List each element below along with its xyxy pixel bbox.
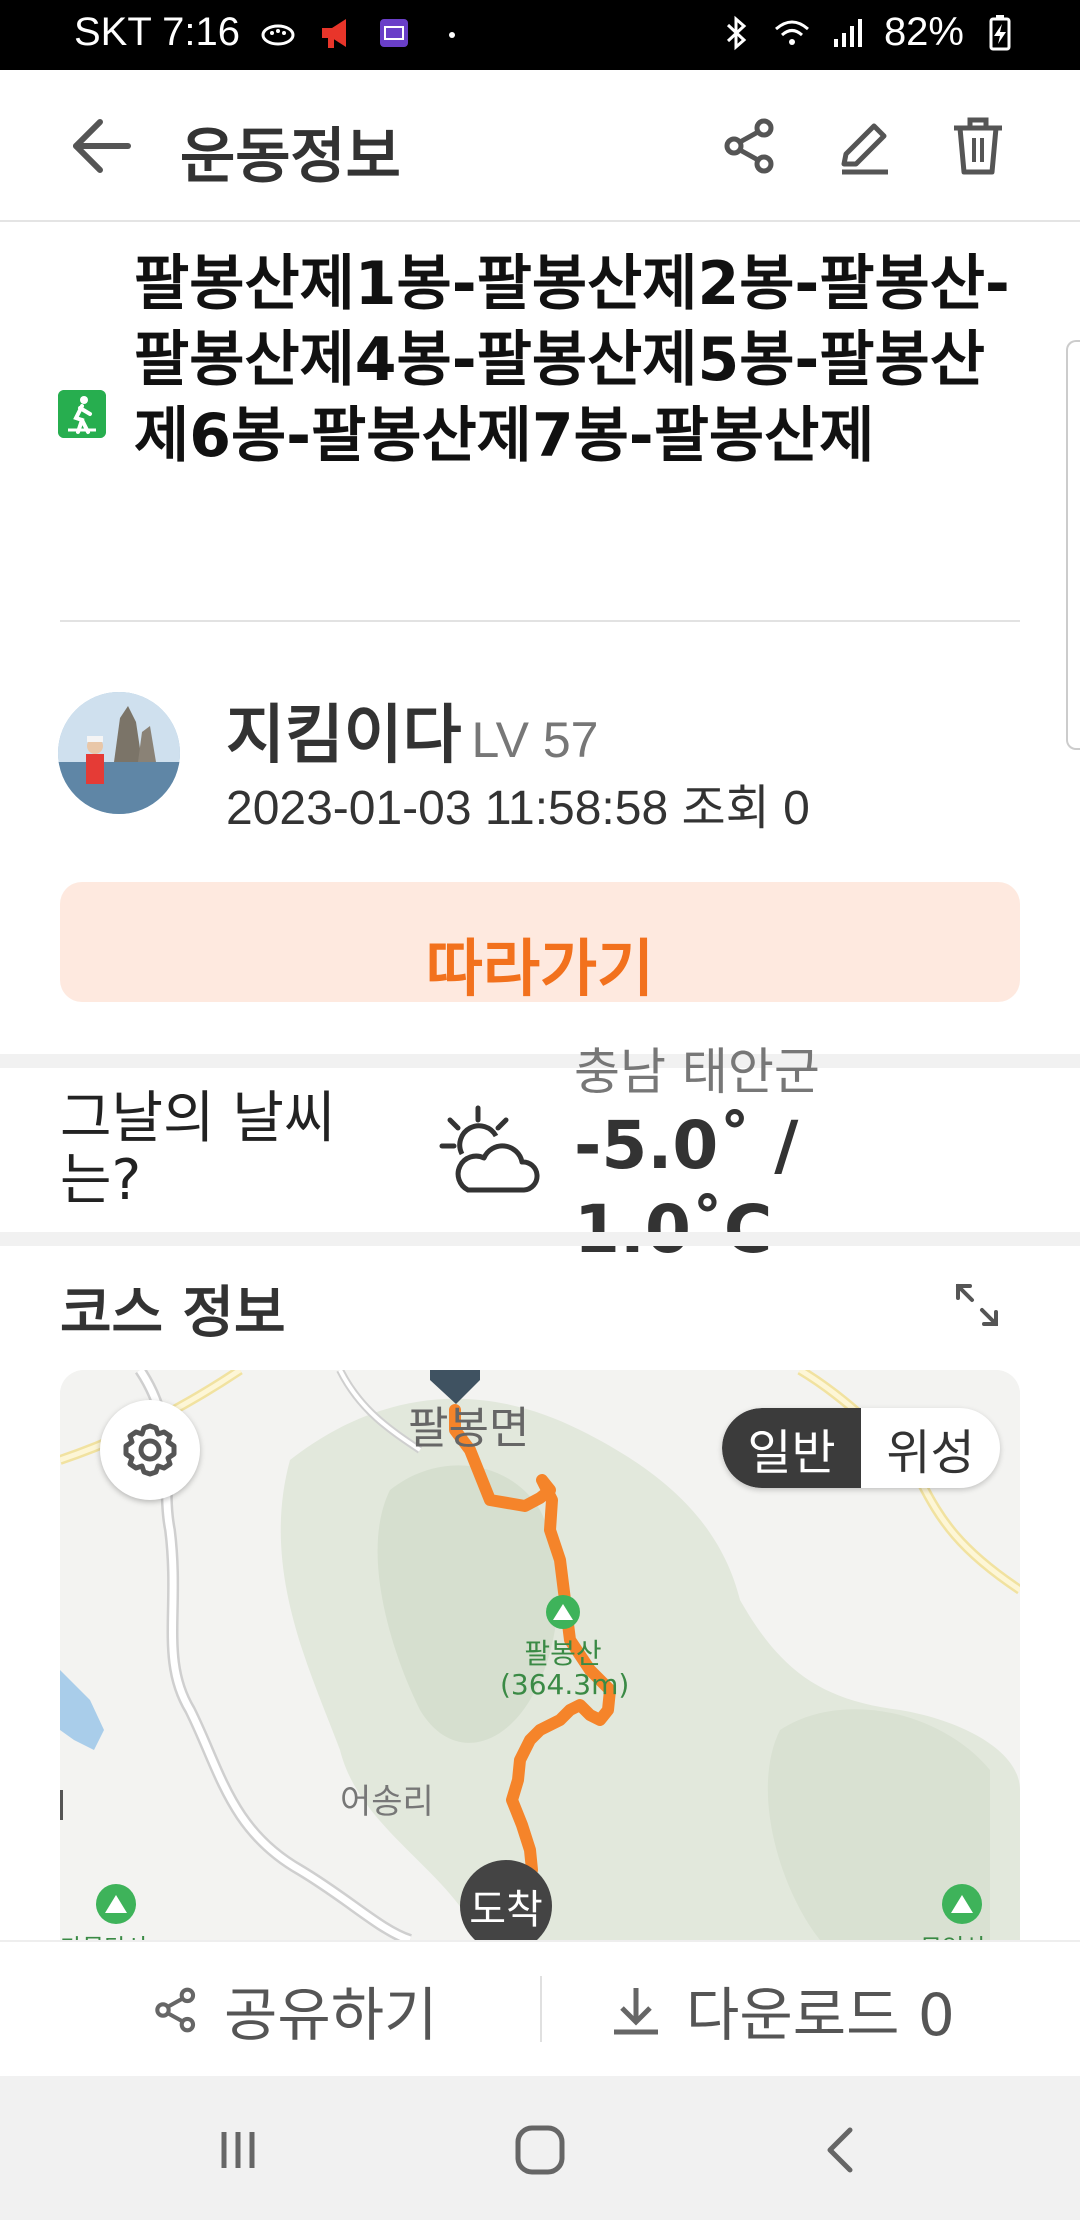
app-icon (380, 18, 409, 47)
route-header: 팔봉산제1봉-팔봉산제2봉-팔봉산-팔봉산제4봉-팔봉산제5봉-팔봉산제6봉-팔… (0, 222, 1080, 622)
wifi-icon (774, 20, 809, 45)
system-nav-bar (0, 2076, 1080, 2220)
back-icon[interactable] (812, 2120, 872, 2180)
section-gap (0, 1054, 1080, 1068)
home-icon[interactable] (510, 2120, 570, 2180)
shoe-icon (261, 24, 295, 45)
share-icon (155, 1987, 196, 2033)
map-label-left-bottom: 가뭄단사 (60, 1928, 148, 1940)
carrier-time: SKT 7:16 (74, 10, 241, 54)
share-button[interactable]: 공유하기 (150, 1972, 437, 2049)
author-level: LV 57 (471, 712, 599, 768)
follow-button-label: 따라가기 (425, 932, 655, 1002)
course-map[interactable]: 팔봉면 팔봉산 (364.3m) 어송리 가뭄단사 무엄산 일반 위성 도착 (60, 1370, 1020, 1940)
recent-apps-icon[interactable] (208, 2120, 268, 2180)
dot-icon (449, 31, 456, 38)
page-title: 운동정보 (180, 122, 401, 192)
megaphone-icon (322, 18, 347, 48)
divider (60, 620, 1020, 622)
section-gap (0, 1232, 1080, 1246)
map-label-peak-height: (364.3m) (500, 1668, 630, 1701)
avatar[interactable] (58, 692, 180, 814)
map-label-peak: 팔봉산 (524, 1637, 602, 1670)
battery-icon (989, 14, 1011, 50)
map-label-village: 어송리 (340, 1782, 434, 1822)
map-type-toggle[interactable]: 일반 위성 (722, 1408, 1000, 1488)
weather-location: 충남 태안군 (574, 1043, 820, 1101)
gear-icon (123, 1423, 177, 1477)
map-type-satellite[interactable]: 위성 (861, 1408, 1000, 1488)
status-bar: SKT 7:16 82% (0, 0, 1080, 70)
post-meta: 2023-01-03 11:58:58 조회 0 (226, 782, 810, 835)
bottom-action-bar: 공유하기 다운로드 0 (0, 1940, 1080, 2076)
map-label-town: 팔봉면 (408, 1403, 530, 1454)
edit-icon[interactable] (832, 114, 896, 178)
weather-question: 그날의 날씨는? (60, 1086, 336, 1213)
signal-icon (833, 18, 862, 47)
divider (540, 1976, 542, 2042)
map-label-right-bottom: 무엄산 (920, 1928, 986, 1940)
map-type-normal[interactable]: 일반 (722, 1408, 861, 1488)
battery-percent: 82% (883, 10, 964, 54)
expand-icon[interactable] (952, 1280, 1002, 1330)
share-label: 공유하기 (224, 1981, 438, 2049)
app-bar: 운동정보 (0, 70, 1080, 222)
author-name-row: 지킴이다 LV 57 (226, 684, 598, 776)
author-row: 지킴이다 LV 57 2023-01-03 11:58:58 조회 0 (0, 680, 1080, 840)
bluetooth-icon (726, 15, 747, 50)
follow-button[interactable]: 따라가기 (60, 882, 1020, 1002)
trash-icon[interactable] (946, 114, 1010, 178)
route-title: 팔봉산제1봉-팔봉산제2봉-팔봉산-팔봉산제4봉-팔봉산제5봉-팔봉산제6봉-팔… (134, 249, 1010, 471)
map-settings-button[interactable] (100, 1400, 200, 1500)
hiking-icon (58, 390, 106, 438)
weather-temperature: -5.0˚ / 1.0˚C (574, 1107, 799, 1268)
partly-cloudy-icon (439, 1105, 540, 1193)
share-icon[interactable] (718, 114, 782, 178)
author-name[interactable]: 지킴이다 (226, 699, 462, 773)
download-label: 다운로드 0 (686, 1981, 955, 2049)
back-arrow-icon[interactable] (62, 110, 142, 182)
download-button[interactable]: 다운로드 0 (608, 1972, 955, 2049)
weather-section: 그날의 날씨는? 충남 태안군 -5.0˚ / 1.0˚C (0, 1043, 1080, 1268)
download-icon (614, 1988, 658, 2035)
course-title: 코스 정보 (60, 1281, 286, 1346)
